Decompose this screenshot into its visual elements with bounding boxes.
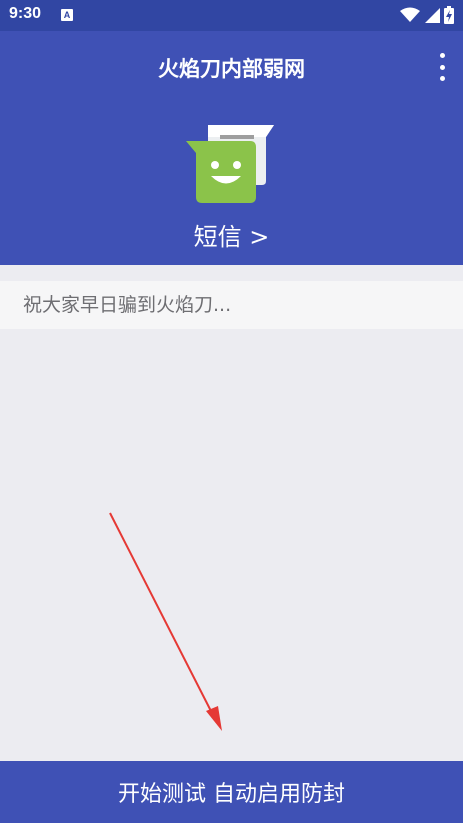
more-vert-icon-dot (439, 64, 445, 70)
battery-charging-icon (444, 6, 454, 24)
status-time: 9:30 (9, 5, 42, 22)
message-input[interactable] (0, 281, 463, 329)
signal-icon (424, 7, 440, 23)
red-arrow-annotation (100, 505, 230, 735)
wifi-icon (400, 7, 420, 23)
start-test-button[interactable]: 开始测试 自动启用防封 (0, 761, 463, 823)
app-header: 火焰刀内部弱网 短信 > (0, 31, 463, 265)
status-bar: 9:30 A (0, 0, 463, 31)
sms-label-link[interactable]: 短信 > (0, 217, 463, 252)
more-vert-icon (439, 53, 445, 58)
status-icons (400, 6, 454, 24)
notification-badge: A (61, 9, 73, 21)
more-vert-icon-dot (439, 76, 445, 81)
more-options-button[interactable] (435, 53, 449, 81)
sms-message-icon[interactable] (186, 119, 276, 205)
app-title: 火焰刀内部弱网 (158, 57, 305, 81)
